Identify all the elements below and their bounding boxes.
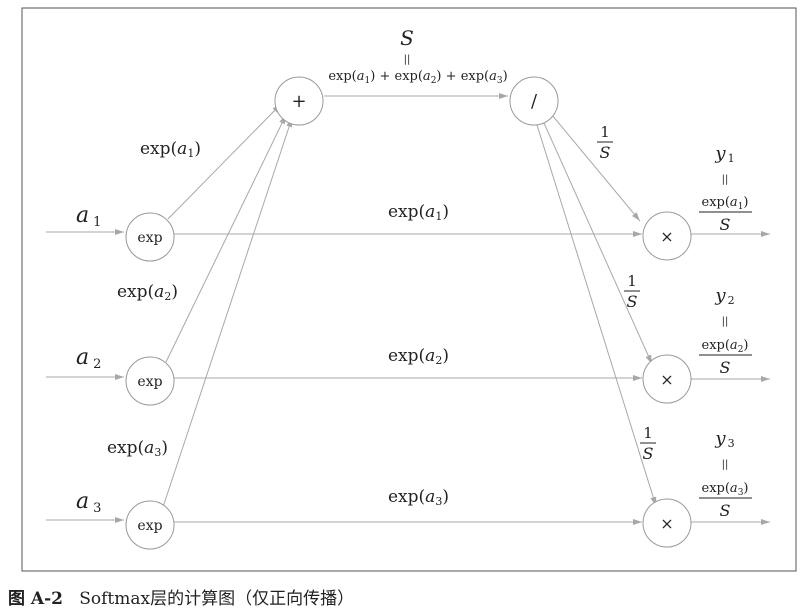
output-label-y1: y1 || exp(a1) S <box>699 143 752 234</box>
sum-symbol: S <box>400 26 414 50</box>
sum-equals: || <box>404 54 411 65</box>
svg-text:/: / <box>531 91 538 112</box>
svg-text:y3: y3 <box>714 428 734 450</box>
svg-text:S: S <box>627 292 638 311</box>
sum-expression: exp(a1) + exp(a2) + exp(a3) <box>328 69 507 86</box>
reciprocal-label-1: 1 S <box>597 123 613 162</box>
edge-label-row-1: exp(a1) <box>388 202 449 223</box>
node-multiply-1: × <box>642 211 692 261</box>
edge-exp3-plus <box>162 117 293 508</box>
svg-text:exp(a3): exp(a3) <box>702 481 749 498</box>
node-exp-1: exp <box>125 212 175 262</box>
edge-label-diag-2: exp(a2) <box>117 282 178 303</box>
svg-text:×: × <box>660 370 673 389</box>
input-label-a3: a3 <box>76 489 101 516</box>
node-multiply-3: × <box>642 498 692 548</box>
edge-div-mul2 <box>543 122 653 365</box>
svg-text:1: 1 <box>643 424 653 442</box>
edge-label-row-2: exp(a2) <box>388 346 449 367</box>
svg-text:S: S <box>643 444 654 463</box>
node-multiply-2: × <box>642 354 692 404</box>
svg-text:||: || <box>722 316 729 327</box>
caption-text: Softmax层的计算图（仅正向传播） <box>79 589 355 609</box>
svg-text:||: || <box>722 459 729 470</box>
node-plus: + <box>274 76 324 126</box>
svg-text:y2: y2 <box>714 285 734 307</box>
input-label-a2: a2 <box>76 345 101 372</box>
svg-text:S: S <box>720 358 731 377</box>
edge-div-mul1 <box>551 114 641 222</box>
svg-text:×: × <box>660 227 673 246</box>
svg-text:exp: exp <box>137 518 162 534</box>
input-label-a1: a1 <box>76 203 101 230</box>
svg-text:+: + <box>291 91 306 112</box>
computational-graph: exp exp exp + / × × × a1 a2 a3 exp(a1) e… <box>21 7 797 572</box>
edge-label-diag-3: exp(a3) <box>107 438 168 459</box>
svg-text:exp: exp <box>137 230 162 246</box>
svg-text:exp(a1): exp(a1) <box>702 195 749 212</box>
reciprocal-label-2: 1 S <box>624 272 640 311</box>
node-exp-2: exp <box>125 356 175 406</box>
svg-text:||: || <box>722 174 729 185</box>
figure-caption: 图 A-2 Softmax层的计算图（仅正向传播） <box>8 584 354 609</box>
svg-text:1: 1 <box>600 123 610 141</box>
node-exp-3: exp <box>125 500 175 550</box>
edge-div-mul3 <box>536 124 657 507</box>
svg-text:y1: y1 <box>714 143 734 165</box>
edge-label-diag-1: exp(a1) <box>140 139 201 160</box>
output-label-y2: y2 || exp(a2) S <box>699 285 752 377</box>
output-label-y3: y3 || exp(a3) S <box>699 428 752 520</box>
svg-text:1: 1 <box>627 272 637 290</box>
svg-text:exp(a2): exp(a2) <box>702 338 749 355</box>
reciprocal-label-3: 1 S <box>640 424 656 463</box>
svg-text:S: S <box>600 143 611 162</box>
svg-text:exp: exp <box>137 374 162 390</box>
edge-label-row-3: exp(a3) <box>388 487 449 508</box>
svg-text:S: S <box>720 215 731 234</box>
node-divide: / <box>509 76 559 126</box>
svg-text:S: S <box>720 501 731 520</box>
caption-label: 图 A-2 <box>8 589 63 609</box>
svg-text:×: × <box>660 514 673 533</box>
